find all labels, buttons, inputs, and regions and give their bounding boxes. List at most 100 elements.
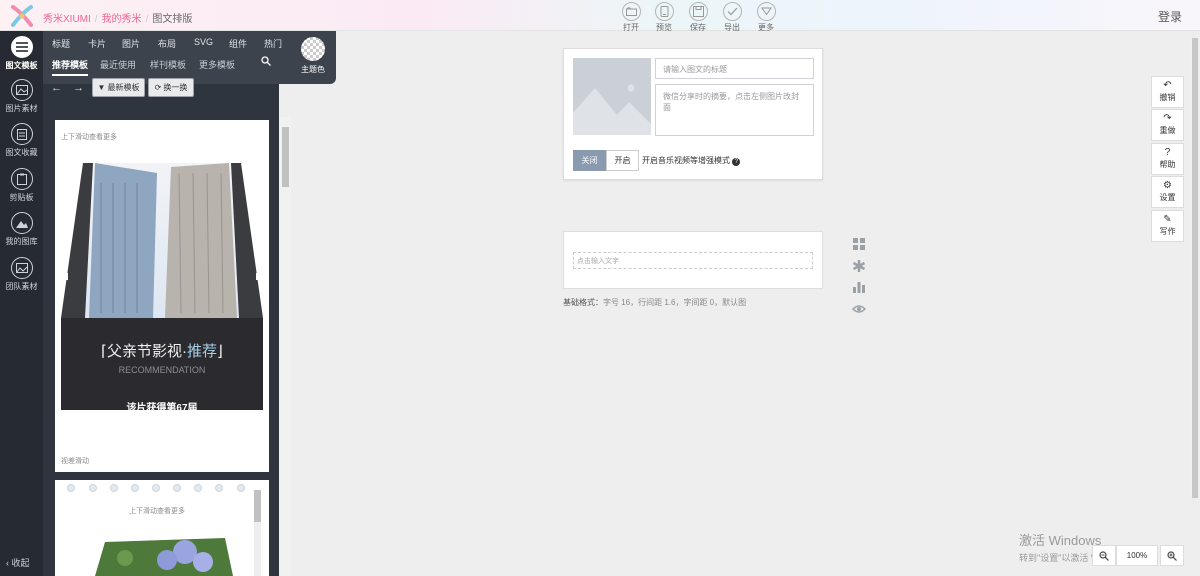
breadcrumb-current: 图文排版 <box>152 14 193 25</box>
rail-item-images[interactable]: 图片素材 <box>0 79 43 114</box>
settings-label: 设置 <box>1159 193 1176 202</box>
tab-svg[interactable]: SVG <box>194 37 213 47</box>
search-icon[interactable] <box>261 56 271 68</box>
template-card[interactable]: 上下滑动查看更多 <box>55 480 269 576</box>
more-button[interactable]: 更多 <box>754 2 778 33</box>
preview-button[interactable]: 预览 <box>652 2 676 33</box>
rail-item-label: 图文模板 <box>5 61 38 70</box>
pencil-icon: ✎ <box>1163 214 1172 225</box>
tab-component[interactable]: 组件 <box>229 37 247 50</box>
preview-icon <box>654 2 674 21</box>
breadcrumb: 秀米XIUMI / 我的秀米 / 图文排版 <box>43 10 192 25</box>
help-circle-icon[interactable]: ? <box>732 158 741 166</box>
poster-title-right: 推荐 <box>186 343 217 360</box>
arrow-right-icon[interactable]: → <box>71 78 86 97</box>
save-icon <box>688 2 708 21</box>
panel-scrollbar-thumb[interactable] <box>282 127 289 187</box>
undo-button[interactable]: ↶ 撤销 <box>1151 76 1184 108</box>
card-scrollbar[interactable] <box>254 490 261 576</box>
clipboard-icon <box>10 168 33 190</box>
rail-item-templates[interactable]: 图文模板 <box>0 36 43 71</box>
brand-link[interactable]: 秀米XIUMI <box>43 14 91 25</box>
rail-item-clipboard[interactable]: 剪贴板 <box>0 168 43 203</box>
text-input[interactable]: 点击输入文字 <box>573 252 813 269</box>
page-scrollbar-thumb[interactable] <box>1192 38 1198 498</box>
poster-title-left: 父亲节影视· <box>106 343 187 360</box>
rail-item-label: 我的图库 <box>5 237 38 246</box>
latest-template-button[interactable]: ▼ 最新模板 <box>92 78 145 97</box>
shuffle-button[interactable]: ⟳ 换一换 <box>148 78 194 97</box>
breadcrumb-my-xiumi[interactable]: 我的秀米 <box>102 14 142 25</box>
write-label: 写作 <box>1159 227 1176 236</box>
redo-label: 重做 <box>1159 126 1176 135</box>
asterisk-icon[interactable] <box>852 259 866 273</box>
tab-card[interactable]: 卡片 <box>88 37 106 50</box>
grid-icon[interactable] <box>852 237 866 251</box>
poster-subtitle: RECOMMENDATION <box>118 365 206 375</box>
rail-item-collections[interactable]: 图文收藏 <box>0 123 43 158</box>
collapse-button[interactable]: ‹ 收起 <box>6 556 30 569</box>
settings-button[interactable]: ⚙ 设置 <box>1151 176 1184 208</box>
help-icon: ? <box>1164 147 1171 158</box>
zoom-in-button[interactable] <box>1160 545 1184 566</box>
base-format-value[interactable]: 字号 16，行间距 1.6，字间距 0，默认图 <box>603 298 746 307</box>
scroll-hint: 上下滑动查看更多 <box>61 134 117 141</box>
base-format-label: 基础格式： <box>563 298 603 307</box>
xiumi-logo-icon[interactable] <box>10 5 34 27</box>
page-scrollbar[interactable] <box>1190 38 1200 498</box>
breadcrumb-separator: / <box>94 14 98 25</box>
theme-color-button[interactable]: 主题色 <box>300 37 326 75</box>
open-label: 打开 <box>623 23 639 32</box>
more-label: 更多 <box>758 23 774 32</box>
write-button[interactable]: ✎ 写作 <box>1151 210 1184 242</box>
zoom-out-button[interactable] <box>1092 545 1116 566</box>
latest-template-label: 最新模板 <box>107 83 140 92</box>
undo-label: 撤销 <box>1159 93 1176 102</box>
rail-item-gallery[interactable]: 我的图库 <box>0 212 43 247</box>
tab-title[interactable]: 标题 <box>52 37 70 50</box>
template-panel: ← → ▼ 最新模板 ⟳ 换一换 上下滑动查看更多 ⌈父亲节影视·推荐⌋ REC… <box>43 78 279 576</box>
save-label: 保存 <box>690 23 706 32</box>
subtab-more[interactable]: 更多模板 <box>199 58 235 71</box>
arrow-left-icon[interactable]: ← <box>49 78 64 97</box>
rail-item-label: 图片素材 <box>5 104 38 113</box>
enhanced-mode-label: 开启音乐视频等增强模式 ? <box>642 155 741 166</box>
subtab-sample[interactable]: 样刊模板 <box>150 58 186 71</box>
export-icon <box>722 2 742 21</box>
refresh-icon: ⟳ <box>154 83 162 92</box>
panel-scrollbar[interactable] <box>280 117 291 576</box>
folder-icon <box>621 2 641 21</box>
rail-item-team[interactable]: 团队素材 <box>0 257 43 292</box>
undo-icon: ↶ <box>1163 80 1172 91</box>
tab-layout[interactable]: 布局 <box>158 37 176 50</box>
title-input[interactable]: 请输入图文的标题 <box>655 58 814 79</box>
bar-chart-icon[interactable] <box>852 280 866 294</box>
theme-swatch <box>301 37 325 61</box>
tab-image[interactable]: 图片 <box>122 37 140 50</box>
subtab-recommended[interactable]: 推荐模板 <box>52 58 89 76</box>
theme-label: 主题色 <box>301 65 325 74</box>
text-block-card: 点击输入文字 <box>563 231 823 289</box>
zoom-level: 100% <box>1116 545 1158 566</box>
summary-input[interactable]: 微信分享时的摘要，点击左侧图片改封面 <box>655 84 814 136</box>
tab-hot[interactable]: 热门 <box>264 37 282 50</box>
collection-icon <box>10 123 33 145</box>
breadcrumb-separator: / <box>145 14 149 25</box>
toggle-on-button[interactable]: 开启 <box>606 150 639 171</box>
cover-image-placeholder[interactable] <box>573 58 651 135</box>
login-link[interactable]: 登录 <box>1158 8 1182 25</box>
eye-icon[interactable] <box>852 302 866 316</box>
card-scrollbar-thumb[interactable] <box>254 490 261 522</box>
redo-button[interactable]: ↷ 重做 <box>1151 109 1184 141</box>
toggle-off-button[interactable]: 关闭 <box>573 150 606 171</box>
template-card[interactable]: 上下滑动查看更多 ⌈父亲节影视·推荐⌋ RECOMMENDATION 该片获得第… <box>55 120 269 472</box>
open-button[interactable]: 打开 <box>619 2 643 33</box>
subtab-recent[interactable]: 最近使用 <box>100 58 136 71</box>
image-icon <box>10 79 33 101</box>
save-button[interactable]: 保存 <box>686 2 710 33</box>
dot-border <box>67 484 245 492</box>
help-button[interactable]: ? 帮助 <box>1151 143 1184 175</box>
scroll-hint: 上下滑动查看更多 <box>129 508 185 515</box>
help-label: 帮助 <box>1159 160 1176 169</box>
export-button[interactable]: 导出 <box>720 2 744 33</box>
